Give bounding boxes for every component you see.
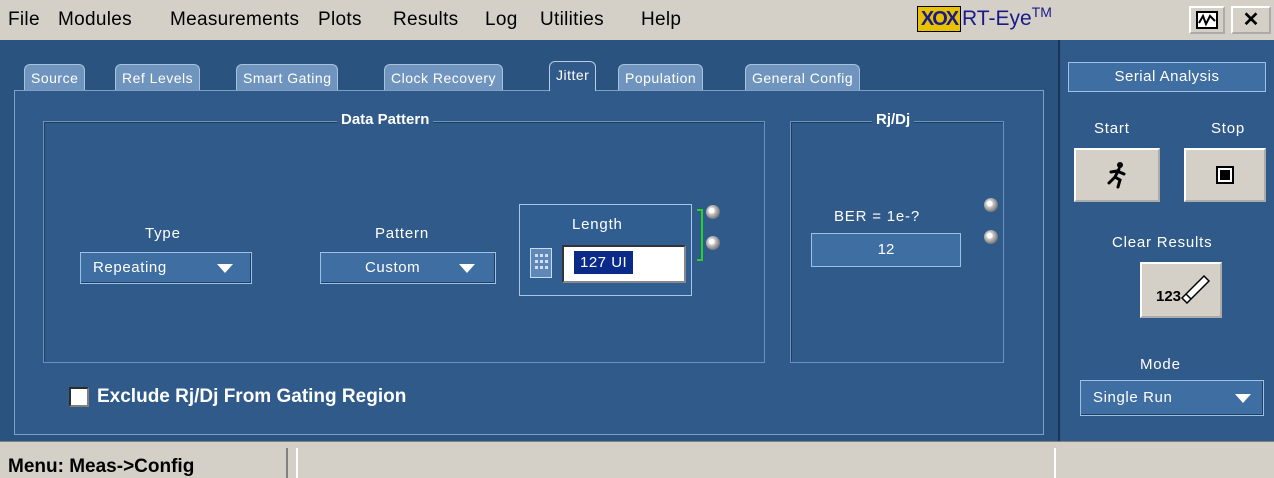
menu-utilities[interactable]: Utilities: [540, 9, 604, 31]
length-box: Length 127 UI: [519, 204, 692, 296]
menu-plots[interactable]: Plots: [318, 9, 362, 31]
tab-clock-recovery[interactable]: Clock Recovery: [384, 64, 504, 90]
start-button[interactable]: [1074, 148, 1160, 202]
start-label: Start: [1094, 120, 1130, 137]
keypad-icon: [535, 254, 548, 269]
pattern-label: Pattern: [375, 225, 429, 242]
close-window-button[interactable]: ✕: [1231, 6, 1271, 34]
keypad-button[interactable]: [530, 248, 552, 278]
app-logo: XOX: [917, 6, 961, 32]
app-name-text: RT-Eye: [962, 7, 1032, 30]
waveform-icon: [1196, 11, 1218, 29]
status-field: [286, 448, 1056, 478]
running-figure-icon: [1107, 162, 1126, 189]
tab-population[interactable]: Population: [618, 64, 704, 90]
close-icon: ✕: [1242, 9, 1260, 31]
status-bar: Menu: Meas->Config: [0, 441, 1274, 478]
rjdj-title: Rj/Dj: [872, 111, 915, 128]
length-input[interactable]: 127 UI: [562, 245, 686, 283]
type-dropdown[interactable]: Repeating: [80, 252, 252, 284]
clear-results-label: Clear Results: [1112, 234, 1213, 251]
app-name: RT-EyeTM: [962, 4, 1052, 31]
length-input-value: 127 UI: [574, 251, 634, 274]
pattern-dropdown-value: Custom: [365, 259, 421, 276]
menu-modules[interactable]: Modules: [58, 9, 132, 31]
status-divider: [296, 448, 298, 478]
stop-button[interactable]: [1184, 148, 1266, 202]
ber-coarse-knob-icon[interactable]: [984, 198, 998, 212]
jitter-tab-content: Data Pattern Type Repeating Pattern Cust…: [14, 90, 1044, 435]
pattern-dropdown[interactable]: Custom: [320, 252, 496, 284]
eraser-icon: [1180, 274, 1211, 304]
menu-log[interactable]: Log: [485, 9, 518, 31]
tab-general-config[interactable]: General Config: [745, 64, 861, 90]
menu-help[interactable]: Help: [641, 9, 681, 31]
mode-dropdown-value: Single Run: [1093, 389, 1173, 406]
menu-file[interactable]: File: [8, 9, 40, 31]
length-label: Length: [572, 216, 623, 233]
tab-smart-gating[interactable]: Smart Gating: [236, 64, 339, 90]
chevron-down-icon: [459, 264, 475, 273]
ber-label: BER = 1e-?: [834, 208, 920, 225]
knob-link-bracket: [697, 209, 703, 261]
tab-source[interactable]: Source: [24, 64, 86, 90]
stop-label: Stop: [1211, 120, 1246, 137]
data-pattern-title: Data Pattern: [337, 111, 434, 128]
length-coarse-knob-icon[interactable]: [706, 205, 720, 219]
ber-fine-knob-icon[interactable]: [984, 230, 998, 244]
length-fine-knob-icon[interactable]: [706, 236, 720, 250]
type-label: Type: [145, 225, 181, 242]
ber-input[interactable]: 12: [811, 233, 961, 267]
serial-analysis-panel: Serial Analysis Start Stop Clear Results…: [1058, 40, 1274, 441]
exclude-rjdj-label: Exclude Rj/Dj From Gating Region: [97, 386, 407, 407]
tab-ref-levels[interactable]: Ref Levels: [115, 64, 201, 90]
status-menu-path: Menu: Meas->Config: [8, 456, 195, 477]
type-dropdown-value: Repeating: [93, 259, 167, 276]
mode-dropdown[interactable]: Single Run: [1080, 380, 1264, 416]
stop-square-icon: [1216, 166, 1234, 184]
menu-measurements[interactable]: Measurements: [170, 9, 299, 31]
chevron-down-icon: [1235, 394, 1251, 403]
serial-analysis-title: Serial Analysis: [1068, 62, 1266, 92]
tab-jitter[interactable]: Jitter: [549, 61, 597, 91]
menu-bar: File Modules Measurements Plots Results …: [0, 0, 1274, 41]
clear-results-button[interactable]: 123: [1140, 262, 1222, 318]
trademark: TM: [1031, 4, 1052, 20]
chevron-down-icon: [217, 264, 233, 273]
exclude-rjdj-checkbox[interactable]: [69, 387, 89, 407]
mode-label: Mode: [1140, 356, 1181, 373]
menu-results[interactable]: Results: [393, 9, 458, 31]
minimize-window-button[interactable]: [1189, 6, 1225, 34]
